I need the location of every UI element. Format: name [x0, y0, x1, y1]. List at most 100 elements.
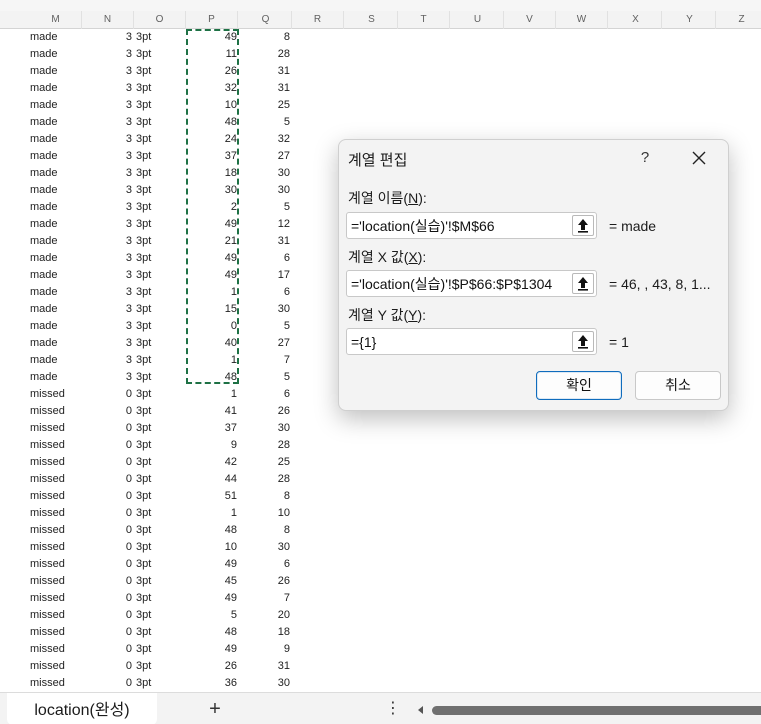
- cell-m[interactable]: missed: [30, 590, 65, 607]
- cell-n[interactable]: 0: [82, 641, 132, 658]
- help-button[interactable]: ?: [635, 146, 655, 170]
- cell-m[interactable]: made: [30, 267, 58, 284]
- cell-n[interactable]: 0: [82, 556, 132, 573]
- column-header-t[interactable]: T: [398, 11, 450, 29]
- cell-m[interactable]: made: [30, 233, 58, 250]
- cell-o[interactable]: 3pt: [136, 318, 151, 335]
- add-sheet-button[interactable]: +: [203, 697, 227, 721]
- cell-q[interactable]: 27: [240, 148, 290, 165]
- cell-p[interactable]: 49: [188, 267, 237, 284]
- cell-m[interactable]: made: [30, 80, 58, 97]
- cell-n[interactable]: 3: [82, 216, 132, 233]
- cell-o[interactable]: 3pt: [136, 369, 151, 386]
- cell-m[interactable]: missed: [30, 539, 65, 556]
- series-name-input[interactable]: [351, 216, 569, 236]
- cell-m[interactable]: made: [30, 284, 58, 301]
- column-header-v[interactable]: V: [504, 11, 556, 29]
- cell-p[interactable]: 1: [188, 505, 237, 522]
- cell-q[interactable]: 7: [240, 590, 290, 607]
- cell-o[interactable]: 3pt: [136, 539, 151, 556]
- cell-o[interactable]: 3pt: [136, 148, 151, 165]
- column-header-p[interactable]: P: [186, 11, 238, 29]
- cell-m[interactable]: missed: [30, 437, 65, 454]
- cell-p[interactable]: 21: [188, 233, 237, 250]
- cell-p[interactable]: 26: [188, 63, 237, 80]
- cell-n[interactable]: 3: [82, 335, 132, 352]
- cell-o[interactable]: 3pt: [136, 267, 151, 284]
- cell-p[interactable]: 49: [188, 216, 237, 233]
- cell-n[interactable]: 3: [82, 148, 132, 165]
- cell-p[interactable]: 11: [188, 46, 237, 63]
- cell-o[interactable]: 3pt: [136, 29, 151, 46]
- cell-p[interactable]: 18: [188, 165, 237, 182]
- cell-p[interactable]: 24: [188, 131, 237, 148]
- cell-q[interactable]: 6: [240, 386, 290, 403]
- cell-m[interactable]: made: [30, 29, 58, 46]
- cell-q[interactable]: 30: [240, 420, 290, 437]
- cell-n[interactable]: 3: [82, 29, 132, 46]
- cell-p[interactable]: 2: [188, 199, 237, 216]
- cell-m[interactable]: missed: [30, 522, 65, 539]
- column-header-m[interactable]: M: [30, 11, 82, 29]
- cell-o[interactable]: 3pt: [136, 80, 151, 97]
- cell-p[interactable]: 49: [188, 29, 237, 46]
- cell-o[interactable]: 3pt: [136, 352, 151, 369]
- cell-n[interactable]: 3: [82, 318, 132, 335]
- cell-q[interactable]: 10: [240, 505, 290, 522]
- cell-n[interactable]: 0: [82, 420, 132, 437]
- horizontal-scrollbar[interactable]: [414, 703, 761, 717]
- cell-m[interactable]: missed: [30, 607, 65, 624]
- cell-p[interactable]: 9: [188, 437, 237, 454]
- cell-o[interactable]: 3pt: [136, 505, 151, 522]
- cell-o[interactable]: 3pt: [136, 556, 151, 573]
- cell-q[interactable]: 20: [240, 607, 290, 624]
- cell-m[interactable]: made: [30, 97, 58, 114]
- cell-o[interactable]: 3pt: [136, 573, 151, 590]
- cell-q[interactable]: 6: [240, 556, 290, 573]
- cell-q[interactable]: 30: [240, 182, 290, 199]
- cell-q[interactable]: 30: [240, 675, 290, 692]
- more-options-icon[interactable]: ⋮: [383, 697, 403, 721]
- cell-q[interactable]: 8: [240, 522, 290, 539]
- cell-m[interactable]: made: [30, 182, 58, 199]
- cell-o[interactable]: 3pt: [136, 233, 151, 250]
- cell-q[interactable]: 26: [240, 403, 290, 420]
- cell-q[interactable]: 28: [240, 46, 290, 63]
- cell-n[interactable]: 0: [82, 675, 132, 692]
- cell-m[interactable]: made: [30, 148, 58, 165]
- cancel-button[interactable]: 취소: [635, 371, 721, 400]
- cell-q[interactable]: 28: [240, 471, 290, 488]
- cell-m[interactable]: missed: [30, 675, 65, 692]
- column-header-u[interactable]: U: [452, 11, 504, 29]
- cell-n[interactable]: 0: [82, 505, 132, 522]
- ok-button[interactable]: 확인: [536, 371, 622, 400]
- cell-p[interactable]: 5: [188, 607, 237, 624]
- series-y-collapse-button[interactable]: [572, 331, 594, 352]
- cell-o[interactable]: 3pt: [136, 284, 151, 301]
- cell-o[interactable]: 3pt: [136, 624, 151, 641]
- cell-o[interactable]: 3pt: [136, 454, 151, 471]
- cell-o[interactable]: 3pt: [136, 131, 151, 148]
- cell-o[interactable]: 3pt: [136, 386, 151, 403]
- cell-q[interactable]: 30: [240, 301, 290, 318]
- cell-m[interactable]: made: [30, 165, 58, 182]
- cell-o[interactable]: 3pt: [136, 46, 151, 63]
- cell-m[interactable]: missed: [30, 556, 65, 573]
- column-header-y[interactable]: Y: [664, 11, 716, 29]
- series-y-input[interactable]: [351, 332, 569, 352]
- column-header-q[interactable]: Q: [240, 11, 292, 29]
- cell-n[interactable]: 3: [82, 352, 132, 369]
- cell-m[interactable]: made: [30, 114, 58, 131]
- column-header-x[interactable]: X: [610, 11, 662, 29]
- cell-o[interactable]: 3pt: [136, 607, 151, 624]
- series-x-collapse-button[interactable]: [572, 273, 594, 294]
- cell-m[interactable]: made: [30, 318, 58, 335]
- cell-n[interactable]: 0: [82, 437, 132, 454]
- cell-m[interactable]: made: [30, 335, 58, 352]
- column-header-r[interactable]: R: [292, 11, 344, 29]
- cell-o[interactable]: 3pt: [136, 335, 151, 352]
- column-header-z[interactable]: Z: [716, 11, 761, 29]
- cell-m[interactable]: made: [30, 46, 58, 63]
- cell-p[interactable]: 48: [188, 369, 237, 386]
- cell-m[interactable]: missed: [30, 624, 65, 641]
